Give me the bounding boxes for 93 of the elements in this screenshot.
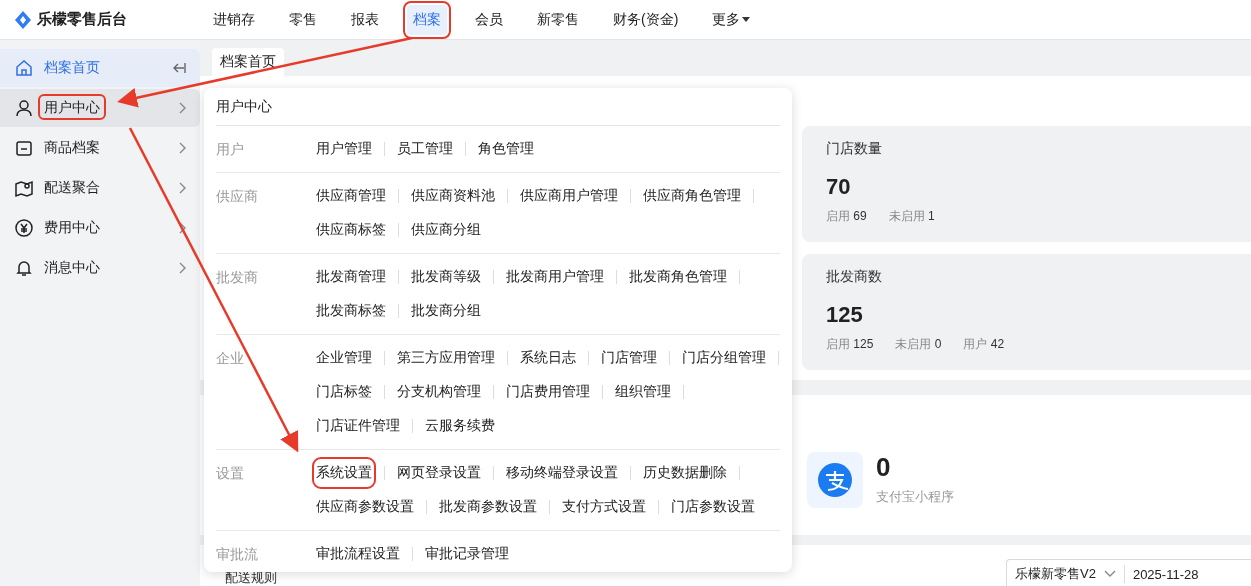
- section-label: 审批流: [216, 545, 259, 564]
- card-value: 125: [826, 302, 864, 328]
- section-label: 设置: [216, 464, 245, 483]
- stat-text: 未启用 0: [895, 336, 942, 353]
- menu-link[interactable]: 系统日志: [520, 346, 576, 370]
- chevron-right-icon: [178, 142, 186, 154]
- nav-tab[interactable]: 零售: [283, 4, 323, 35]
- chevron-right-icon: [178, 262, 186, 274]
- section-title: 配送规则: [225, 571, 277, 584]
- menu-link[interactable]: 批发商角色管理: [629, 265, 727, 289]
- menu-link[interactable]: 批发商标签: [316, 299, 386, 323]
- menu-link[interactable]: 批发商用户管理: [506, 265, 604, 289]
- home-icon: [14, 58, 34, 78]
- count-label: 支付宝小程序: [876, 488, 954, 506]
- menu-link[interactable]: 批发商分组: [411, 299, 481, 323]
- date-text: 2025-11-28: [1132, 566, 1199, 582]
- logo-icon: [15, 10, 31, 29]
- menu-link[interactable]: 角色管理: [478, 137, 534, 161]
- menu-link[interactable]: 企业管理: [316, 346, 372, 370]
- menu-link[interactable]: 批发商管理: [316, 265, 386, 289]
- menu-link[interactable]: 第三方应用管理: [397, 346, 495, 370]
- section-label: 供应商: [216, 187, 259, 206]
- section-label: 批发商: [216, 268, 259, 287]
- user-icon: [14, 98, 34, 118]
- menu-link[interactable]: 移动终端登录设置: [506, 461, 618, 485]
- section-label: 企业: [216, 349, 245, 368]
- sidebar-label: 配送聚合: [43, 178, 101, 197]
- section-label: 用户: [216, 140, 245, 159]
- sidebar-item[interactable]: 用户中心: [0, 89, 200, 127]
- map-icon: [14, 178, 34, 198]
- app-title: 乐檬零售后台: [37, 10, 127, 29]
- menu-link[interactable]: 审批记录管理: [425, 542, 509, 566]
- card-title: 门店数量: [826, 140, 883, 158]
- menu-link[interactable]: 员工管理: [397, 137, 453, 161]
- menu-title: 用户中心: [216, 97, 272, 116]
- sidebar-label: 档案首页: [43, 58, 101, 77]
- menu-link[interactable]: 云服务续费: [425, 414, 495, 438]
- menu-link[interactable]: 供应商标签: [316, 218, 386, 242]
- menu-link[interactable]: 支付方式设置: [562, 495, 646, 519]
- menu-link[interactable]: 组织管理: [615, 380, 671, 404]
- box-icon: [14, 138, 34, 158]
- menu-link[interactable]: 历史数据删除: [643, 461, 727, 485]
- menu-link[interactable]: 供应商角色管理: [643, 184, 741, 208]
- nav-tab[interactable]: 更多: [706, 4, 757, 35]
- stat-text: 未启用 1: [888, 208, 935, 225]
- menu-link[interactable]: 审批流程设置: [316, 542, 400, 566]
- sidebar-label: 消息中心: [43, 258, 101, 277]
- collapse-icon[interactable]: [172, 62, 186, 74]
- stat-text: 启用 69: [826, 208, 867, 225]
- filter-field[interactable]: 乐檬新零售V2 2025-11-28: [1006, 559, 1251, 586]
- chevron-right-icon: [178, 222, 186, 234]
- nav-tab[interactable]: 财务(资金): [607, 4, 685, 35]
- sidebar-item[interactable]: 商品档案: [0, 129, 200, 167]
- menu-link[interactable]: 批发商参数设置: [439, 495, 537, 519]
- chevron-right-icon: [178, 182, 186, 194]
- menu-link[interactable]: 门店证件管理: [316, 414, 400, 438]
- sidebar-item[interactable]: 配送聚合: [0, 169, 200, 207]
- chevron-down-icon: [1103, 570, 1116, 578]
- menu-link[interactable]: 门店分组管理: [682, 346, 766, 370]
- stat-text: 启用 125: [826, 336, 874, 353]
- menu-link[interactable]: 供应商管理: [316, 184, 386, 208]
- menu-link[interactable]: 批发商等级: [411, 265, 481, 289]
- nav-tab[interactable]: 进销存: [207, 4, 261, 35]
- chevron-right-icon: [178, 102, 186, 114]
- menu-link[interactable]: 供应商资料池: [411, 184, 495, 208]
- stat-text: 用户 42: [963, 336, 1005, 353]
- caret-icon: [742, 17, 751, 22]
- menu-link[interactable]: 门店管理: [601, 346, 657, 370]
- menu-link[interactable]: 门店标签: [316, 380, 372, 404]
- nav-tab[interactable]: 会员: [469, 4, 509, 35]
- sidebar-item[interactable]: 费用中心: [0, 209, 200, 247]
- card-value: 70: [826, 174, 852, 200]
- menu-link[interactable]: 供应商分组: [411, 218, 481, 242]
- menu-link[interactable]: 网页登录设置: [397, 461, 481, 485]
- sidebar-item[interactable]: 档案首页: [0, 49, 200, 87]
- menu-link[interactable]: 用户管理: [316, 137, 372, 161]
- menu-link[interactable]: 门店参数设置: [671, 495, 755, 519]
- menu-link[interactable]: 供应商参数设置: [316, 495, 414, 519]
- sidebar-item[interactable]: 消息中心: [0, 249, 200, 287]
- bell-icon: [14, 258, 34, 278]
- menu-link[interactable]: 供应商用户管理: [520, 184, 618, 208]
- count-value: 0: [876, 452, 892, 482]
- sidebar-label: 费用中心: [43, 218, 101, 237]
- nav-tab[interactable]: 报表: [345, 4, 385, 35]
- menu-link[interactable]: 门店费用管理: [506, 380, 590, 404]
- sidebar-label: 商品档案: [43, 138, 101, 157]
- sidebar-label: 用户中心: [40, 96, 104, 118]
- page-tab[interactable]: 档案首页: [212, 48, 284, 76]
- menu-link[interactable]: 分支机构管理: [397, 380, 481, 404]
- card-title: 批发商数: [826, 268, 883, 286]
- payment-app-icon: [807, 452, 863, 508]
- nav-tab[interactable]: 新零售: [531, 4, 585, 35]
- yen-icon: [14, 218, 34, 238]
